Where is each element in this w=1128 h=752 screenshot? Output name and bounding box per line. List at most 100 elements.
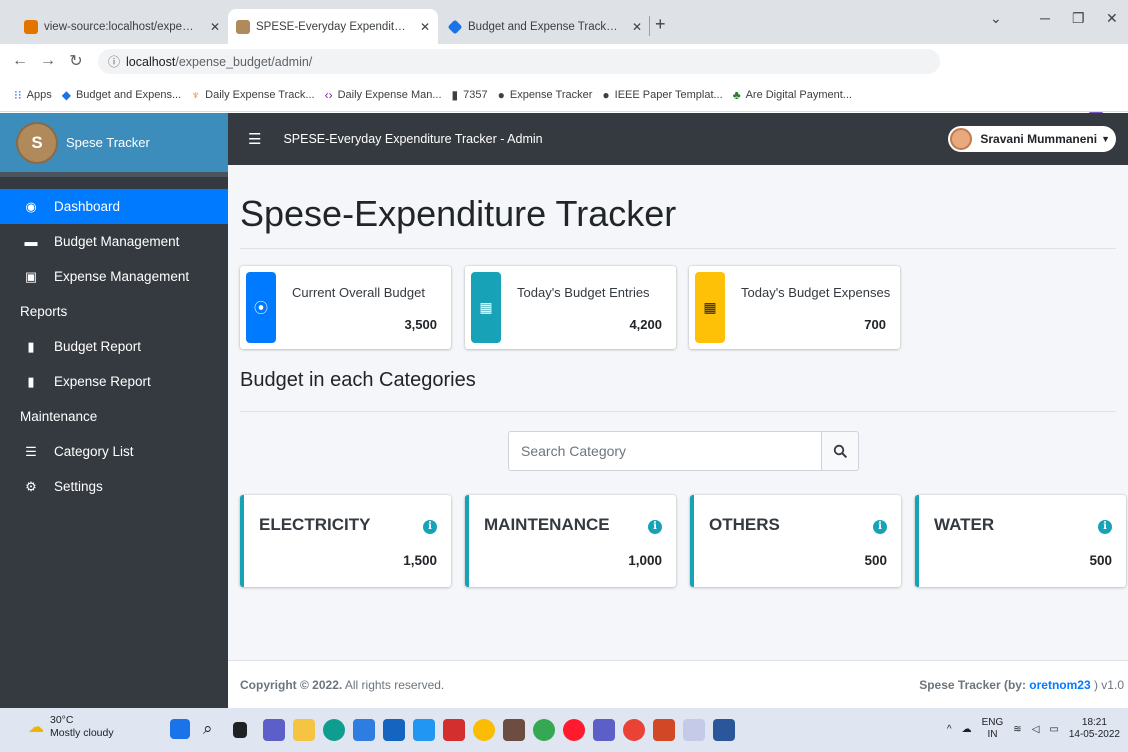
opera-icon[interactable]: [563, 719, 585, 741]
window-close-icon[interactable]: ✕: [1106, 10, 1118, 27]
info-box-value: 4,200: [629, 317, 662, 332]
wifi-icon[interactable]: ≋: [1013, 724, 1021, 735]
teams-icon[interactable]: [593, 719, 615, 741]
app-icon[interactable]: [473, 719, 495, 741]
bookmark-daily-expense-tracker[interactable]: ♆ Daily Expense Track...: [191, 88, 314, 102]
section-divider: [240, 411, 1116, 412]
bookmark-budget-expense[interactable]: ◆ Budget and Expens...: [62, 88, 181, 102]
onedrive-icon[interactable]: ☁: [962, 724, 972, 735]
notepad-icon[interactable]: [683, 719, 705, 741]
tab-close-icon[interactable]: ✕: [632, 20, 642, 34]
app-icon[interactable]: [383, 719, 405, 741]
sidebar-item-dashboard[interactable]: ◉ Dashboard: [0, 189, 228, 224]
browser-tab-3[interactable]: Budget and Expense Tracker Syst ✕: [440, 9, 650, 44]
sidebar-item-category-list[interactable]: ☰ Category List: [0, 434, 228, 469]
sidebar-item-label: Expense Management: [54, 269, 190, 284]
windows-start-icon[interactable]: [170, 719, 190, 739]
info-circle-icon[interactable]: i: [1098, 520, 1112, 534]
reload-icon[interactable]: ↻: [64, 51, 88, 71]
bookmark-apps[interactable]: ⁝⁝ Apps: [14, 88, 52, 102]
bookmark-icon: ▮: [451, 87, 459, 102]
sidebar-header-reports: Reports: [20, 304, 68, 319]
clock[interactable]: 18:21 14-05-2022: [1069, 717, 1120, 741]
category-name: ELECTRICITY: [259, 515, 371, 534]
bookmarks-bar: ⁝⁝ Apps ◆ Budget and Expens... ♆ Daily Expe…: [0, 78, 1128, 112]
sidebar-item-expense-report[interactable]: ▮ Expense Report: [0, 364, 228, 399]
category-value: 1,000: [628, 553, 662, 568]
browser-tab-2[interactable]: SPESE-Everyday Expenditure Trac ✕: [228, 9, 438, 44]
tray-overflow-icon[interactable]: ^: [947, 724, 952, 735]
info-box-label: Current Overall Budget: [292, 285, 425, 300]
address-bar[interactable]: ⓘ localhost/expense_budget/admin/: [98, 49, 940, 74]
sidebar-item-expense-management[interactable]: ▣ Expense Management: [0, 259, 228, 294]
category-card-electricity[interactable]: ELECTRICITY i 1,500: [240, 495, 451, 587]
temperature: 30°C: [50, 714, 74, 726]
hamburger-menu-icon[interactable]: ☰: [248, 130, 261, 148]
tab-search-chevron-icon[interactable]: ⌄: [990, 10, 1002, 27]
sidebar-item-label: Settings: [54, 479, 103, 494]
site-info-icon[interactable]: ⓘ: [108, 53, 120, 70]
browser-tab-1[interactable]: view-source:localhost/expense_b ✕: [16, 9, 228, 44]
code-icon: ‹›: [324, 87, 333, 102]
github-icon: ●: [602, 87, 610, 102]
tab-close-icon[interactable]: ✕: [210, 20, 220, 34]
app-icon[interactable]: [413, 719, 435, 741]
bookmark-ieee-template[interactable]: ● IEEE Paper Templat...: [602, 88, 722, 102]
back-icon[interactable]: ←: [8, 52, 32, 70]
chat-icon[interactable]: [263, 719, 285, 741]
user-menu-button[interactable]: Sravani Mummaneni ▼: [948, 126, 1116, 152]
category-name: OTHERS: [709, 515, 780, 534]
content-wrapper: Spese-Expenditure Tracker ⦿ Current Over…: [228, 165, 1128, 660]
wallet-icon: ▬: [24, 234, 38, 249]
chrome-profile-icon[interactable]: [623, 719, 645, 741]
category-card-water[interactable]: WATER i 500: [915, 495, 1126, 587]
app-icon[interactable]: [443, 719, 465, 741]
battery-icon[interactable]: ▭: [1049, 724, 1058, 735]
category-card-others[interactable]: OTHERS i 500: [690, 495, 901, 587]
bookmark-digital-payment[interactable]: ♣ Are Digital Payment...: [733, 88, 852, 102]
bookmark-daily-expense-man[interactable]: ‹› Daily Expense Man...: [325, 88, 442, 102]
new-tab-icon[interactable]: +: [655, 14, 666, 35]
page-title: Spese-Expenditure Tracker: [240, 193, 677, 234]
info-box-label: Today's Budget Expenses: [741, 285, 891, 300]
windows-taskbar: ☁ 30°C Mostly cloudy ⌕ ^ ☁ ENG IN ≋ ◁ ▭ 18…: [0, 708, 1128, 752]
info-circle-icon[interactable]: i: [423, 520, 437, 534]
search-button[interactable]: [821, 431, 859, 471]
browser-tab-strip: view-source:localhost/expense_b ✕ SPESE-…: [0, 0, 1128, 44]
info-circle-icon[interactable]: i: [873, 520, 887, 534]
sidebar-item-budget-management[interactable]: ▬ Budget Management: [0, 224, 228, 259]
chrome-icon[interactable]: [533, 719, 555, 741]
powerpoint-icon[interactable]: [653, 719, 675, 741]
app-icon[interactable]: [503, 719, 525, 741]
minimize-icon[interactable]: ─: [1040, 10, 1050, 26]
word-icon[interactable]: [713, 719, 735, 741]
bookmark-expense-tracker[interactable]: ● Expense Tracker: [498, 88, 593, 102]
title-divider: [240, 248, 1116, 249]
file-explorer-icon[interactable]: [293, 719, 315, 741]
sidebar-item-label: Budget Management: [54, 234, 180, 249]
info-circle-icon[interactable]: i: [648, 520, 662, 534]
restore-icon[interactable]: ❐: [1072, 10, 1085, 27]
sidebar-item-budget-report[interactable]: ▮ Budget Report: [0, 329, 228, 364]
search-taskbar-icon[interactable]: ⌕: [203, 719, 225, 741]
category-card-maintenance[interactable]: MAINTENANCE i 1,000: [465, 495, 676, 587]
author-link[interactable]: oretnom23: [1029, 678, 1090, 692]
forward-icon[interactable]: →: [36, 52, 60, 70]
cloudy-weather-icon: ☁: [28, 719, 44, 736]
bookmark-7357[interactable]: ▮ 7357: [452, 88, 488, 102]
volume-icon[interactable]: ◁: [1032, 724, 1040, 735]
money-bill-icon: ▣: [24, 268, 38, 284]
language-indicator[interactable]: ENG IN: [982, 717, 1004, 741]
caret-down-icon: ▼: [1101, 134, 1110, 144]
diamond-icon: ◆: [61, 87, 71, 102]
search-category-input[interactable]: [508, 431, 821, 471]
info-box-budget-expenses: ▦ Today's Budget Expenses 700: [689, 266, 900, 349]
app-icon[interactable]: [353, 719, 375, 741]
edge-icon[interactable]: [323, 719, 345, 741]
tab-close-icon[interactable]: ✕: [420, 20, 430, 34]
brand-link[interactable]: S Spese Tracker: [0, 113, 228, 173]
sidebar-header-maintenance: Maintenance: [20, 409, 98, 424]
sidebar-item-settings[interactable]: ⚙ Settings: [0, 469, 228, 504]
weather-widget[interactable]: ☁ 30°C Mostly cloudy: [28, 714, 114, 740]
task-view-icon[interactable]: [233, 722, 247, 738]
